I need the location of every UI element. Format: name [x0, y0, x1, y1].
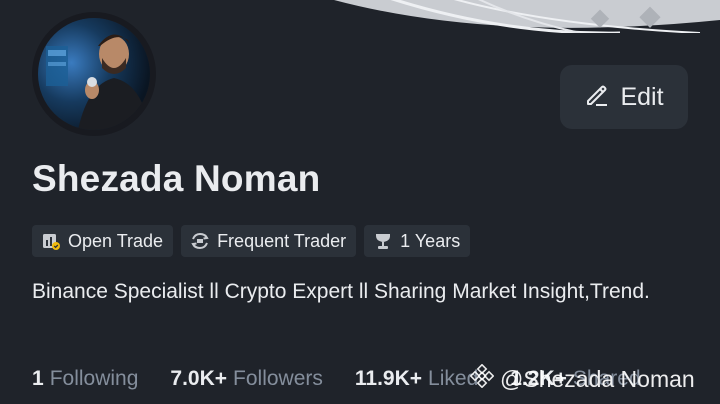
stat-value: 7.0K+: [170, 367, 228, 390]
tag-label: Open Trade: [68, 230, 164, 251]
stat-value: 11.9K+: [354, 367, 423, 390]
watermark-text: @Shezada Noman: [500, 365, 695, 392]
binance-logo-icon: [469, 363, 495, 394]
frequent-trader-icon: [189, 230, 211, 252]
stat-value: 1: [32, 367, 44, 390]
tag-frequent-trader[interactable]: Frequent Trader: [181, 225, 357, 257]
edit-profile-button[interactable]: Edit: [560, 65, 688, 129]
profile-name: Shezada Noman: [32, 158, 321, 199]
tag-open-trade[interactable]: Open Trade: [32, 225, 174, 257]
tag-label: 1 Years: [400, 230, 461, 251]
profile-bio: Binance Specialist ll Crypto Expert ll S…: [32, 280, 650, 303]
open-trade-icon: [40, 230, 62, 252]
trophy-icon: [372, 230, 394, 252]
stat-label: Following: [49, 367, 139, 390]
profile-tags: Open Trade Frequent Trader 1 Years: [32, 225, 471, 257]
avatar[interactable]: [32, 12, 156, 136]
stat-followers[interactable]: 7.0K+ Followers: [170, 367, 322, 391]
tag-label: Frequent Trader: [217, 230, 347, 251]
watermark: @Shezada Noman: [469, 363, 695, 394]
tag-years[interactable]: 1 Years: [364, 225, 471, 257]
pencil-icon: [584, 82, 610, 112]
edit-button-label: Edit: [620, 82, 664, 111]
stat-liked[interactable]: 11.9K+ Liked: [355, 367, 478, 391]
stat-following[interactable]: 1 Following: [32, 367, 138, 391]
stat-label: Followers: [233, 367, 323, 390]
